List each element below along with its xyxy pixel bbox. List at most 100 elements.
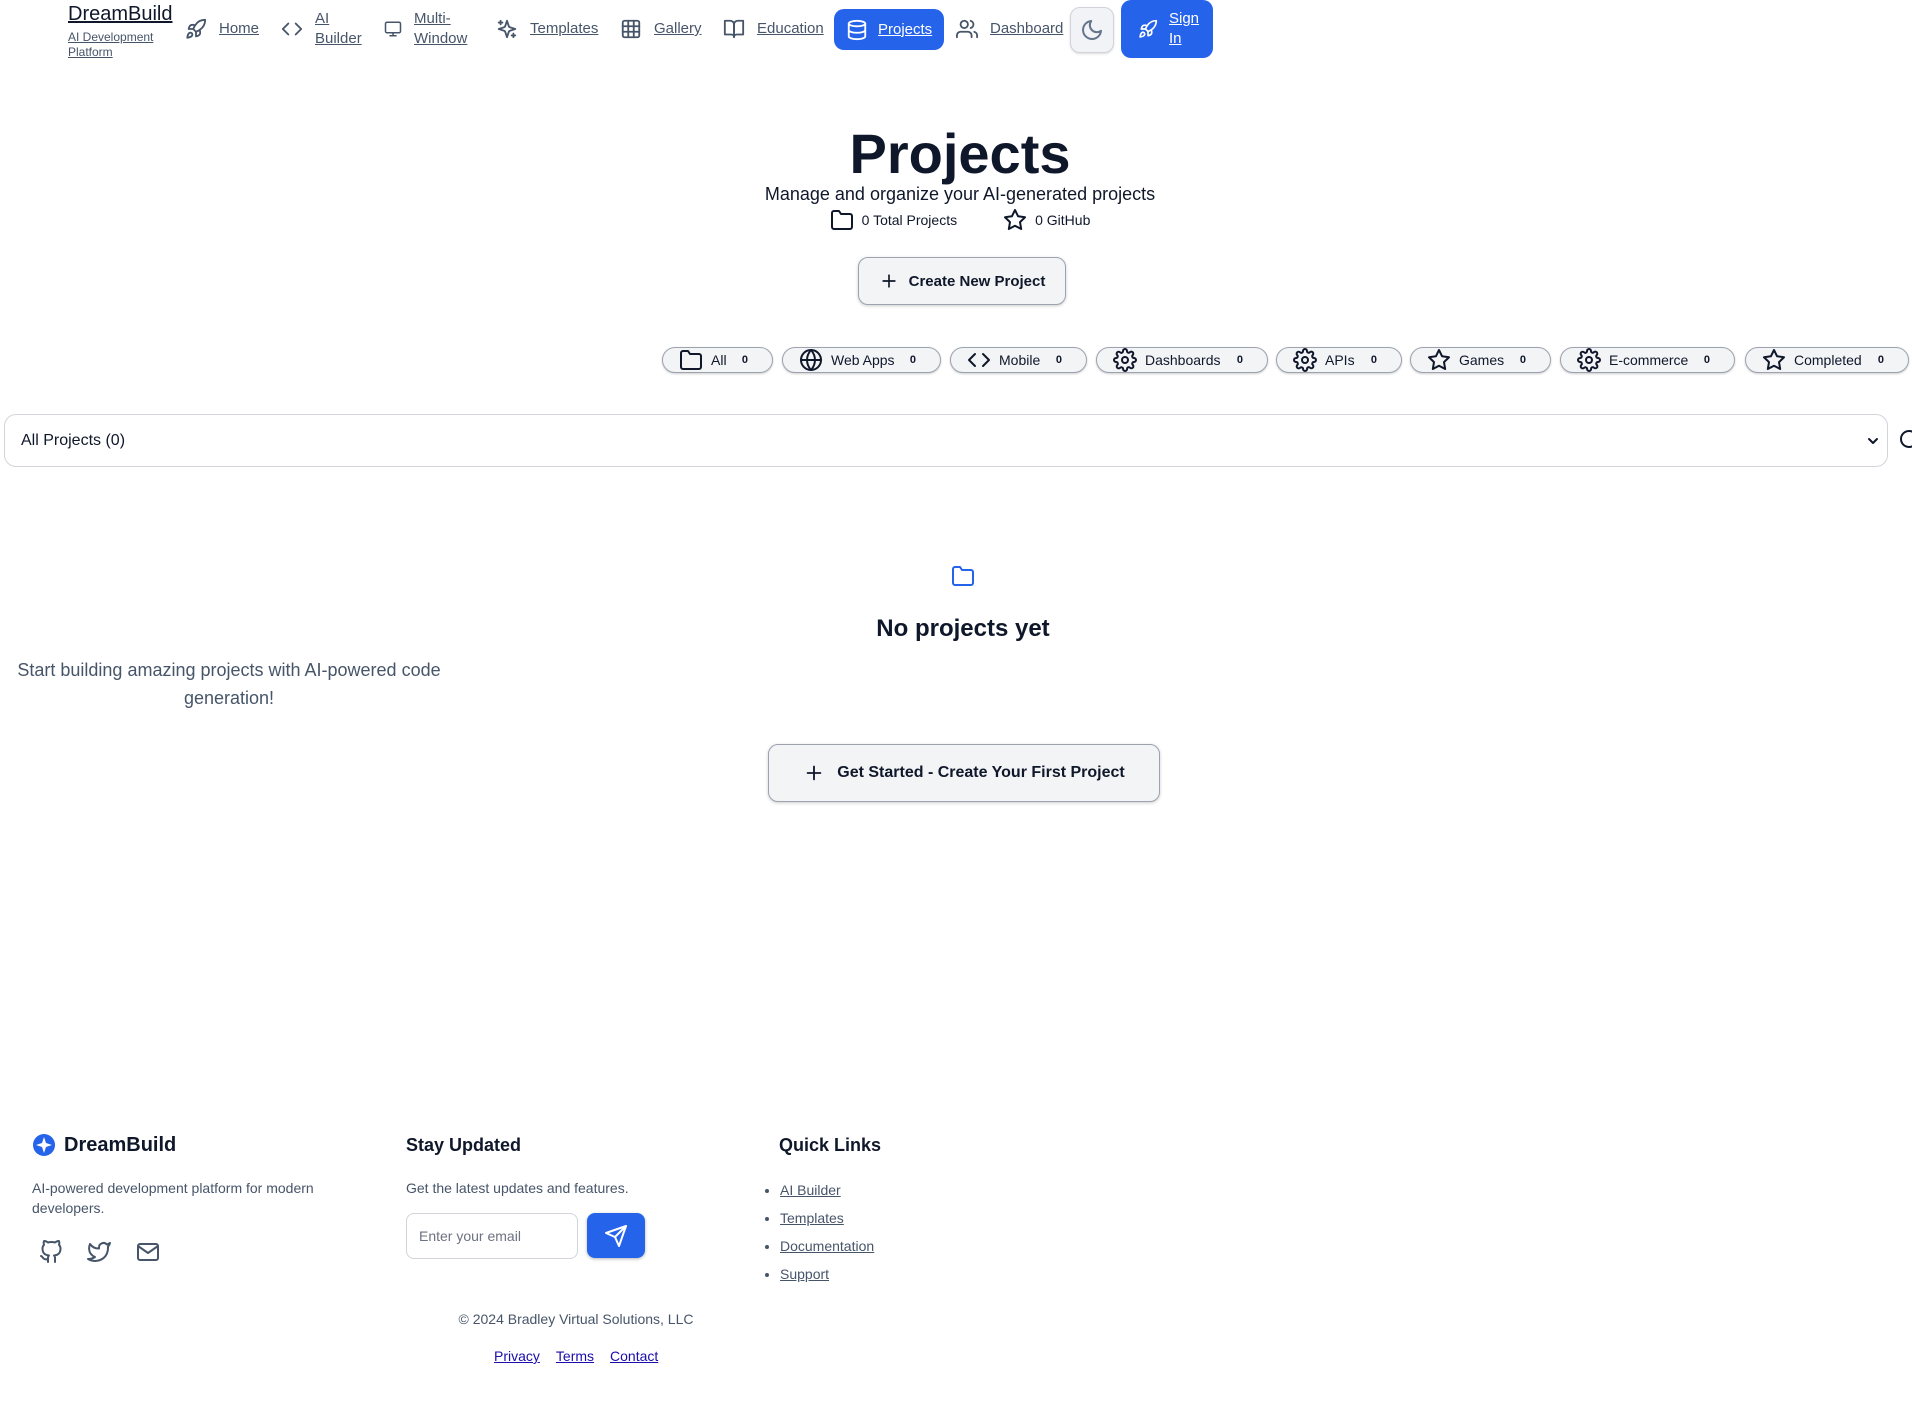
filter-chip-label: Games (1459, 352, 1505, 368)
create-new-project-label: Create New Project (908, 272, 1046, 290)
project-filter-value: All Projects (0) (21, 431, 126, 449)
search-icon[interactable] (1898, 428, 1912, 452)
filter-chip-mobile[interactable]: Mobile 0 (950, 347, 1087, 373)
list-item: Documentation (780, 1232, 874, 1260)
nav-projects[interactable]: Projects (834, 9, 945, 50)
get-started-label: Get Started - Create Your First Project (837, 764, 1125, 781)
nav-projects-label: Projects (878, 20, 933, 38)
filter-chip-all[interactable]: All 0 (662, 347, 773, 373)
sign-in-label: Sign In (1169, 10, 1200, 47)
filter-chip-label: Completed (1794, 352, 1862, 368)
filter-chip-completed[interactable]: Completed 0 (1745, 347, 1909, 373)
quick-link-ai-builder[interactable]: AI Builder (780, 1182, 841, 1198)
code-icon (967, 348, 991, 372)
filter-chip-label: Web Apps (831, 352, 895, 368)
filter-chip-label: Dashboards (1145, 352, 1221, 368)
rocket-icon (185, 18, 207, 40)
newsletter-email-input[interactable] (406, 1213, 578, 1259)
folder-icon (679, 348, 703, 372)
filter-chip-label: Mobile (999, 352, 1041, 368)
gear-icon (1113, 348, 1137, 372)
filter-chip-web-apps[interactable]: Web Apps 0 (782, 347, 941, 373)
filter-chip-label: E-commerce (1609, 352, 1689, 368)
filter-chip-count: 0 (1236, 354, 1243, 366)
rocket-icon (1138, 19, 1158, 39)
monitor-icon (384, 20, 402, 38)
list-item: AI Builder (780, 1176, 874, 1204)
project-stats: 0 Total Projects 0 GitHub (0, 208, 1912, 232)
twitter-icon[interactable] (87, 1240, 111, 1264)
folder-icon (951, 564, 975, 588)
github-stat: 0 GitHub (1003, 208, 1090, 232)
terms-link[interactable]: Terms (556, 1348, 594, 1364)
moon-icon (1080, 18, 1104, 42)
project-filter-select[interactable]: All Projects (0) (4, 414, 1888, 467)
theme-toggle-button[interactable] (1070, 7, 1114, 53)
get-started-button[interactable]: Get Started - Create Your First Project (768, 744, 1160, 802)
nav-gallery[interactable]: Gallery (620, 0, 702, 58)
filter-chip-label: APIs (1325, 352, 1355, 368)
footer-description: AI-powered development platform for mode… (32, 1180, 314, 1216)
quick-links-list: AI Builder Templates Documentation Suppo… (762, 1176, 874, 1288)
dreambuild-logo-icon (32, 1133, 56, 1157)
create-new-project-button[interactable]: Create New Project (858, 257, 1066, 305)
gear-icon (1577, 348, 1601, 372)
nav-education[interactable]: Education (723, 0, 824, 58)
quick-link-support[interactable]: Support (780, 1266, 829, 1282)
filter-chip-count: 0 (1519, 354, 1526, 366)
grid-icon (620, 18, 642, 40)
newsletter-text: Get the latest updates and features. (406, 1180, 629, 1196)
brand-link[interactable]: DreamBuild AI Development Platform (68, 2, 172, 60)
database-icon (846, 19, 868, 41)
filter-chip-games[interactable]: Games 0 (1410, 347, 1551, 373)
star-icon (1762, 348, 1786, 372)
nav-dashboard[interactable]: Dashboard (956, 0, 1063, 58)
quick-links-title: Quick Links (779, 1135, 882, 1155)
empty-state-title: No projects yet (876, 615, 1050, 642)
filter-chip-count: 0 (741, 354, 748, 366)
brand-title: DreamBuild (68, 3, 173, 25)
filter-chip-dashboards[interactable]: Dashboards 0 (1096, 347, 1268, 373)
nav-home[interactable]: Home (185, 0, 259, 58)
page-subtitle: Manage and organize your AI-generated pr… (764, 184, 1156, 204)
filter-chip-e-commerce[interactable]: E-commerce 0 (1560, 347, 1735, 373)
footer-brand: DreamBuild (32, 1133, 176, 1157)
mail-icon[interactable] (136, 1240, 160, 1264)
code-icon (281, 18, 303, 40)
list-item: Templates (780, 1204, 874, 1232)
nav-dashboard-label: Dashboard (990, 20, 1064, 37)
plus-icon (803, 762, 825, 784)
sign-in-button[interactable]: Sign In (1121, 0, 1213, 58)
newsletter-subscribe-button[interactable] (587, 1213, 645, 1258)
globe-icon (799, 348, 823, 372)
nav-templates-label: Templates (530, 20, 599, 37)
empty-state-description: Start building amazing projects with AI-… (17, 660, 441, 708)
quick-link-templates[interactable]: Templates (780, 1210, 844, 1226)
nav-ai-builder[interactable]: AI Builder (281, 0, 363, 58)
filter-chip-apis[interactable]: APIs 0 (1276, 347, 1402, 373)
list-item: Support (780, 1260, 874, 1288)
chevron-down-icon (1865, 433, 1881, 449)
star-icon (1003, 208, 1027, 232)
page-title: Projects (849, 122, 1071, 185)
total-projects-stat: 0 Total Projects (830, 208, 957, 232)
legal-links: Privacy Terms Contact (494, 1348, 658, 1364)
brand-subtitle: AI Development Platform (68, 30, 154, 59)
total-projects-text: 0 Total Projects (861, 212, 958, 228)
quick-link-documentation[interactable]: Documentation (780, 1238, 874, 1254)
newsletter-title: Stay Updated (406, 1135, 522, 1155)
star-icon (1427, 348, 1451, 372)
sparkles-icon (496, 18, 518, 40)
gear-icon (1293, 348, 1317, 372)
nav-multi-window-label: Multi-Window (414, 10, 468, 47)
filter-chip-count: 0 (1055, 354, 1062, 366)
privacy-link[interactable]: Privacy (494, 1348, 540, 1364)
contact-link[interactable]: Contact (610, 1348, 658, 1364)
github-icon[interactable] (39, 1240, 63, 1264)
send-icon (604, 1224, 628, 1248)
filter-chip-label: All (711, 352, 727, 368)
nav-home-label: Home (219, 20, 260, 37)
filter-chip-count: 0 (1370, 354, 1377, 366)
nav-templates[interactable]: Templates (496, 0, 598, 58)
nav-multi-window[interactable]: Multi-Window (384, 0, 472, 58)
